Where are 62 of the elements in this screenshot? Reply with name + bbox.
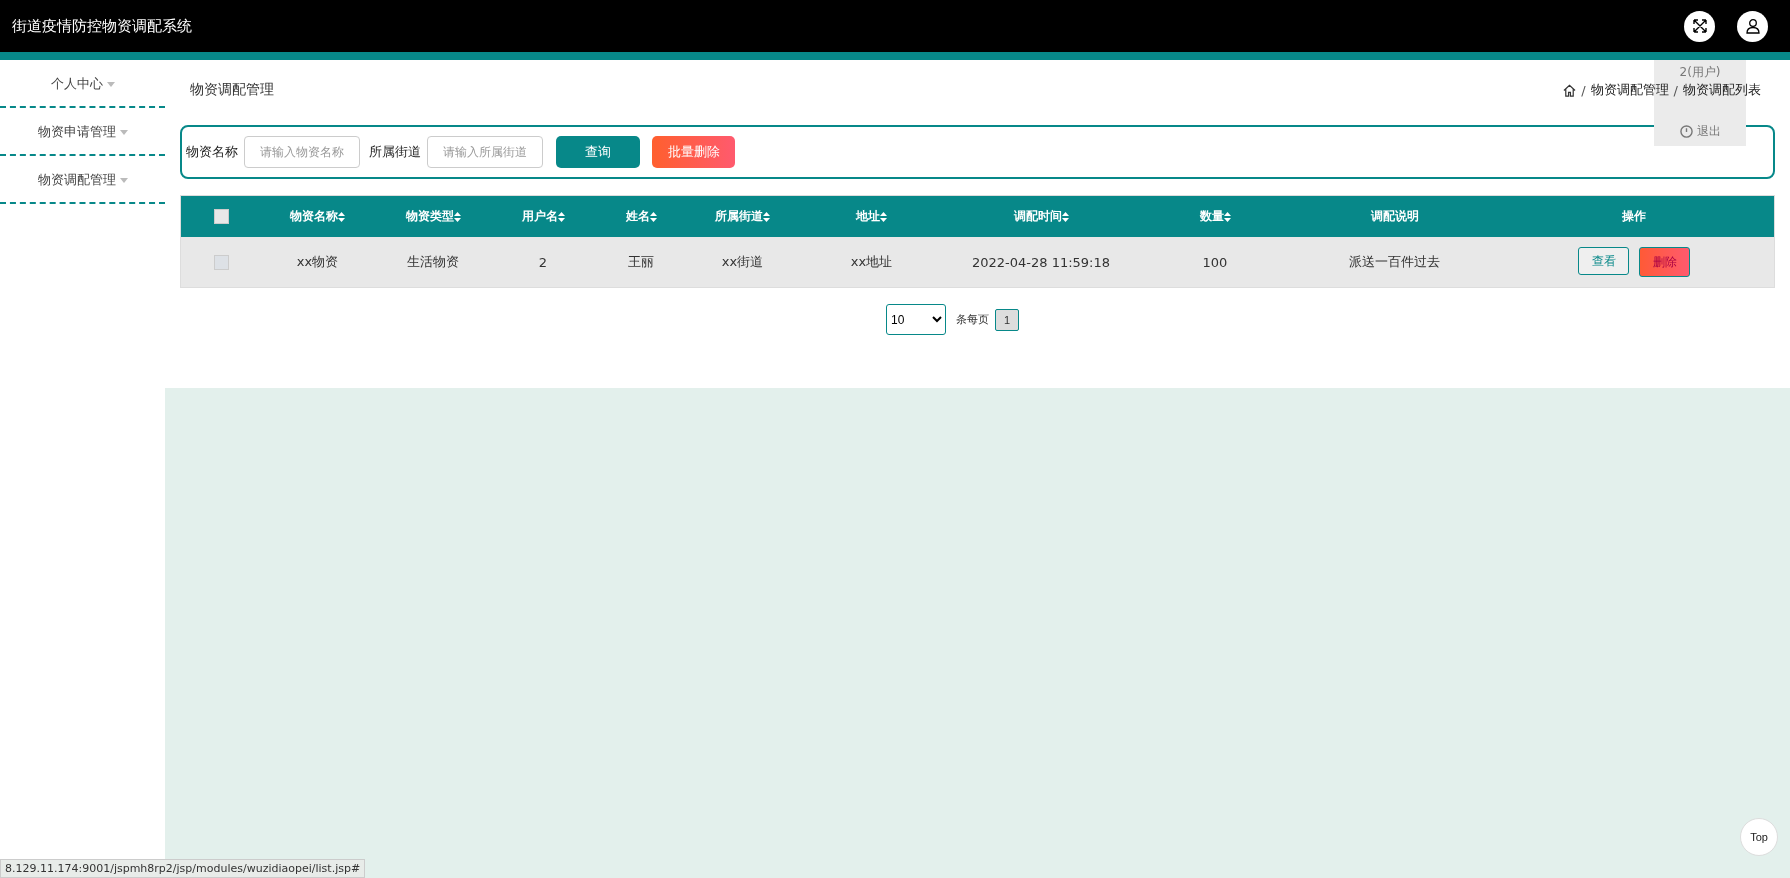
sort-icon[interactable]	[763, 211, 770, 222]
table-cell-text: 2022-04-28 11:59:18	[970, 254, 1112, 270]
column-header: 调配说明	[1370, 208, 1419, 225]
fullscreen-button[interactable]	[1684, 10, 1715, 42]
table-cell-text: xx街道	[720, 253, 765, 271]
sort-icon[interactable]	[338, 211, 345, 222]
table-cell-text: xx物资	[295, 253, 340, 271]
page-title: 物资调配管理	[190, 81, 274, 99]
select-all-checkbox[interactable]	[214, 209, 229, 224]
sort-icon[interactable]	[557, 211, 565, 222]
column-header[interactable]: 姓名	[625, 208, 650, 225]
table-cell-text: 王丽	[627, 253, 655, 271]
column-header[interactable]: 物资类型	[405, 208, 454, 225]
user-button[interactable]	[1737, 10, 1768, 42]
power-icon	[1679, 125, 1693, 138]
column-header[interactable]: 所属街道	[715, 208, 763, 225]
table-cell-text: 100	[1201, 254, 1229, 270]
column-header[interactable]: 用户名	[521, 208, 558, 225]
user-icon	[1744, 18, 1761, 34]
sort-icon[interactable]	[649, 211, 657, 222]
caret-icon	[119, 129, 128, 135]
column-header[interactable]: 物资名称	[290, 208, 338, 225]
table-cell-text: 派送一百件过去	[1348, 253, 1441, 271]
column-header[interactable]: 调配时间	[1013, 208, 1062, 225]
view-button[interactable]: 查看	[1578, 247, 1629, 275]
breadcrumb-item[interactable]: 物资调配列表	[1683, 81, 1761, 99]
batch-delete-button[interactable]: 批量删除	[652, 136, 735, 168]
sidebar-item[interactable]: 物资调配管理	[0, 158, 165, 204]
search-field[interactable]: 请输入物资名称	[244, 136, 360, 168]
user-menu-item[interactable]: 2(用户)	[1679, 64, 1721, 81]
column-header[interactable]: 数量	[1199, 208, 1224, 225]
caret-icon	[119, 177, 128, 183]
logout-menu-item[interactable]: 退出	[1679, 123, 1721, 140]
sort-icon[interactable]	[1223, 211, 1231, 222]
page-button[interactable]: 1	[995, 308, 1019, 331]
fullscreen-icon	[1691, 18, 1708, 34]
table-cell-text: 2	[537, 254, 549, 270]
sort-icon[interactable]	[1061, 211, 1069, 222]
home-icon[interactable]	[1563, 83, 1577, 97]
table-cell-text: xx地址	[849, 253, 894, 271]
per-page-label: 条每页	[956, 312, 989, 327]
search-field[interactable]: 请输入所属街道	[427, 136, 543, 168]
query-button[interactable]: 查询	[556, 136, 640, 168]
back-to-top-button[interactable]: Top	[1740, 818, 1778, 856]
status-url: 8.129.11.174:9001/jspmh8rp2/jsp/modules/wuzidiaopei/list.jsp#	[0, 859, 366, 878]
row-checkbox[interactable]	[214, 254, 229, 270]
caret-icon	[106, 81, 115, 87]
delete-button[interactable]: 删除	[1639, 247, 1690, 277]
breadcrumb-separator: /	[1673, 82, 1678, 98]
sort-icon[interactable]	[453, 211, 461, 222]
column-header[interactable]: 地址	[856, 208, 880, 225]
column-header: 操作	[1622, 208, 1646, 225]
sort-icon[interactable]	[880, 211, 887, 222]
table-cell-text: 生活物资	[406, 253, 460, 271]
sidebar-item[interactable]: 物资申请管理	[0, 110, 165, 156]
app-title: 街道疫情防控物资调配系统	[12, 16, 192, 36]
field-label: 所属街道	[369, 143, 421, 161]
breadcrumb-separator: /	[1581, 82, 1586, 98]
field-label: 物资名称	[186, 143, 238, 161]
page-size-select[interactable]: 10	[886, 304, 946, 335]
breadcrumb-item[interactable]: 物资调配管理	[1590, 81, 1669, 99]
sidebar-item[interactable]: 个人中心	[0, 62, 165, 108]
